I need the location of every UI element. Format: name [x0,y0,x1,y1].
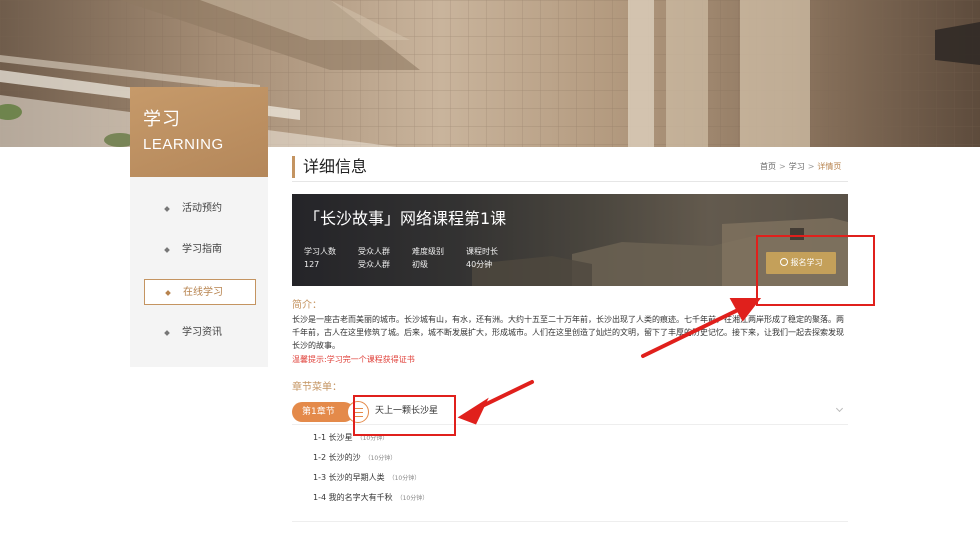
lesson-duration: （10分钟） [388,475,421,482]
breadcrumb-learning-link[interactable]: 学习 [789,162,805,171]
stat-value: 40分钟 [466,260,493,269]
divider [292,181,848,182]
sidebar-item-learning-guide[interactable]: 学习指南 [144,237,256,263]
chevron-down-icon[interactable] [835,404,844,413]
lesson-duration: （10分钟） [356,435,389,442]
stat-label: 难度级别 [412,247,444,256]
section-header: 学习 LEARNING [130,87,268,177]
stat-difficulty: 难度级别 初级 [412,245,444,271]
lesson-item[interactable]: 1-2 长沙的沙 （10分钟） [313,452,396,465]
certificate-tip: 温馨提示:学习完一个课程获得证书 [292,355,415,364]
stat-audience: 受众人群 受众人群 [358,245,390,271]
stat-value: 受众人群 [358,260,390,269]
stat-label: 学习人数 [304,247,336,256]
lesson-item[interactable]: 1-4 我的名字大有千秋 （10分钟） [313,492,428,505]
sidebar-item-online-learning[interactable]: 在线学习 [144,279,256,305]
lesson-duration: （10分钟） [364,455,397,462]
section-title-en: LEARNING [143,136,224,153]
intro-heading: 简介： [292,300,322,311]
bullet-icon [164,330,170,336]
sidebar-item-label: 学习资讯 [182,327,222,338]
enroll-highlight-box [756,235,875,306]
stat-value: 初级 [412,260,428,269]
lesson-duration: （10分钟） [396,495,429,502]
breadcrumb-current: 详情页 [817,162,842,171]
sidebar-nav: 活动预约 学习指南 在线学习 学习资讯 [130,177,268,367]
sidebar-item-label: 在线学习 [183,287,223,298]
breadcrumb: 首页 > 学习 > 详情页 [760,162,842,171]
section-title-cn: 学习 [143,109,181,130]
chapters-heading: 章节菜单： [292,382,342,393]
stat-label: 课程时长 [466,247,498,256]
chapter-highlight-box [353,395,456,436]
bullet-icon [164,206,170,212]
stat-duration: 课程时长 40分钟 [466,245,498,271]
lesson-title: 1-3 长沙的早期人类 [313,473,385,482]
stat-label: 受众人群 [358,247,390,256]
course-title: 「长沙故事」网络课程第1课 [304,209,507,228]
stat-value: 127 [304,260,320,269]
lesson-title: 1-2 长沙的沙 [313,453,361,462]
bullet-icon [165,290,171,296]
lesson-title: 1-4 我的名字大有千秋 [313,493,393,502]
lesson-item[interactable]: 1-3 长沙的早期人类 （10分钟） [313,472,420,485]
stat-learners: 学习人数 127 [304,245,336,271]
page-title: 详细信息 [292,156,367,178]
chapter-badge: 第1章节 [292,402,354,422]
sidebar-item-learning-news[interactable]: 学习资讯 [144,320,256,346]
bullet-icon [164,247,170,253]
lesson-title: 1-1 长沙星 [313,433,353,442]
sidebar-item-label: 学习指南 [182,244,222,255]
sidebar-item-label: 活动预约 [182,203,222,214]
divider [292,521,848,522]
intro-text: 长沙是一座古老而美丽的城市。长沙城有山，有水，还有洲。大约十五至二十万年前，长沙… [292,315,844,350]
breadcrumb-home-link[interactable]: 首页 [760,162,776,171]
sidebar-item-activity-booking[interactable]: 活动预约 [144,196,256,222]
